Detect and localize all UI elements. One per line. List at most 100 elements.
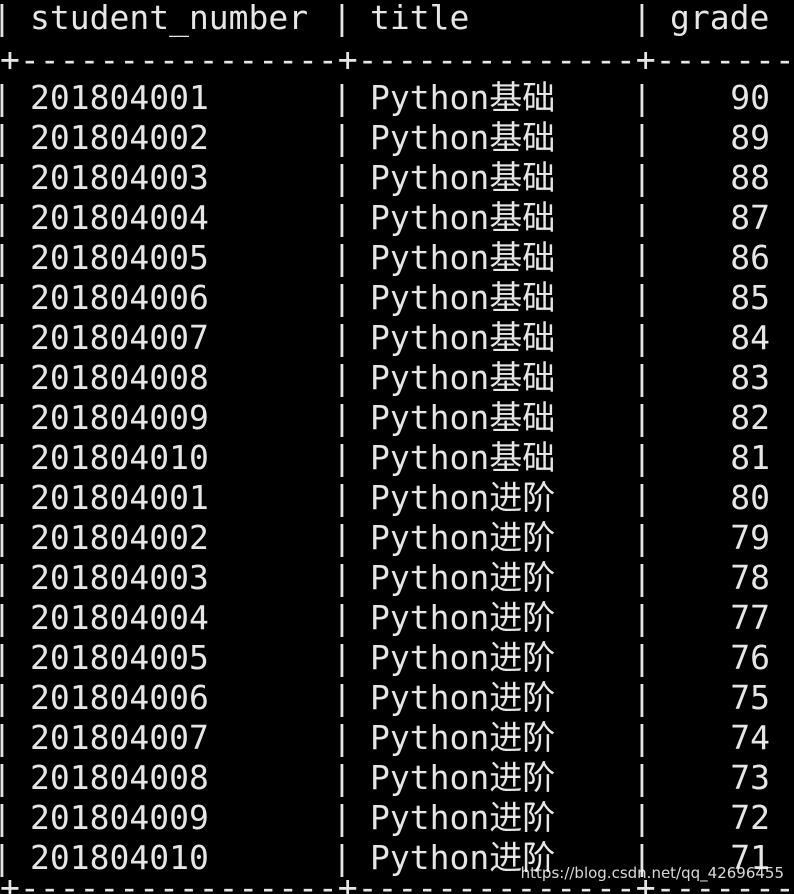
row-border-left: | <box>0 478 12 517</box>
cell-title: Python基础 <box>370 158 556 197</box>
header-title: title <box>370 0 470 37</box>
cell-student-number: 201804008 <box>30 358 209 397</box>
row-border-mid: | <box>332 438 352 477</box>
cell-student-number: 201804001 <box>30 78 209 117</box>
cell-student-number: 201804002 <box>30 518 209 557</box>
row-border-right: | <box>632 398 652 437</box>
row-border-mid: | <box>332 678 352 717</box>
row-border-mid: | <box>332 598 352 637</box>
row-border-right: | <box>632 518 652 557</box>
row-border-right: | <box>632 678 652 717</box>
table-header: | student_number | title | grade <box>0 0 770 37</box>
cell-grade: 85 <box>730 278 770 317</box>
cell-grade: 79 <box>730 518 770 557</box>
row-border-right: | <box>632 278 652 317</box>
cell-title: Python基础 <box>370 278 556 317</box>
cell-title: Python基础 <box>370 118 556 157</box>
row-border-mid: | <box>332 78 352 117</box>
cell-grade: 80 <box>730 478 770 517</box>
cell-student-number: 201804005 <box>30 638 209 677</box>
row-border-left: | <box>0 158 12 197</box>
row-border-right: | <box>632 78 652 117</box>
row-border-mid: | <box>332 398 352 437</box>
cell-student-number: 201804003 <box>30 558 209 597</box>
cell-student-number: 201804009 <box>30 798 209 837</box>
row-border-left: | <box>0 198 12 237</box>
row-border-left: | <box>0 518 12 557</box>
cell-student-number: 201804004 <box>30 198 209 237</box>
cell-title: Python进阶 <box>370 678 556 717</box>
cell-grade: 86 <box>730 238 770 277</box>
watermark: https://blog.csdn.net/qq_42696455 <box>520 864 784 882</box>
row-border-mid: | <box>332 198 352 237</box>
row-border-mid: | <box>332 118 352 157</box>
terminal-window: | student_number | title | grade +------… <box>0 0 794 894</box>
row-border-left: | <box>0 78 12 117</box>
cell-student-number: 201804010 <box>30 438 209 477</box>
row-border-mid: | <box>332 518 352 557</box>
cell-student-number: 201804006 <box>30 278 209 317</box>
row-border-right: | <box>632 798 652 837</box>
row-border-right: | <box>632 238 652 277</box>
cell-grade: 82 <box>730 398 770 437</box>
row-border-left: | <box>0 718 12 757</box>
header-separator: +----------------+--------------+-------… <box>0 40 794 79</box>
cell-title: Python进阶 <box>370 598 556 637</box>
row-border-left: | <box>0 358 12 397</box>
cell-student-number: 201804008 <box>30 758 209 797</box>
cell-student-number: 201804004 <box>30 598 209 637</box>
row-border-right: | <box>632 478 652 517</box>
row-border-mid: | <box>332 318 352 357</box>
cell-title: Python基础 <box>370 238 556 277</box>
cell-grade: 84 <box>730 318 770 357</box>
cell-student-number: 201804007 <box>30 718 209 757</box>
row-border-left: | <box>0 798 12 837</box>
row-border-left: | <box>0 758 12 797</box>
row-border-right: | <box>632 718 652 757</box>
cell-student-number: 201804003 <box>30 158 209 197</box>
row-border-left: | <box>0 278 12 317</box>
row-border-mid: | <box>332 758 352 797</box>
cell-title: Python基础 <box>370 318 556 357</box>
row-border-right: | <box>632 358 652 397</box>
cell-title: Python进阶 <box>370 758 556 797</box>
row-border-right: | <box>632 638 652 677</box>
cell-title: Python基础 <box>370 78 556 117</box>
header-grade: grade <box>670 0 770 37</box>
row-border-mid: | <box>332 798 352 837</box>
cell-grade: 89 <box>730 118 770 157</box>
cell-grade: 88 <box>730 158 770 197</box>
cell-grade: 76 <box>730 638 770 677</box>
row-border-right: | <box>632 758 652 797</box>
row-border-right: | <box>632 598 652 637</box>
row-border-left: | <box>0 238 12 277</box>
cell-grade: 73 <box>730 758 770 797</box>
cell-title: Python基础 <box>370 358 556 397</box>
cell-student-number: 201804002 <box>30 118 209 157</box>
row-border-left: | <box>0 118 12 157</box>
row-border-mid: | <box>332 718 352 757</box>
cell-grade: 83 <box>730 358 770 397</box>
row-border-left: | <box>0 638 12 677</box>
row-border-right: | <box>632 318 652 357</box>
row-border-left: | <box>0 678 12 717</box>
cell-grade: 77 <box>730 598 770 637</box>
cell-grade: 74 <box>730 718 770 757</box>
cell-title: Python进阶 <box>370 558 556 597</box>
cell-student-number: 201804007 <box>30 318 209 357</box>
row-border-right: | <box>632 558 652 597</box>
row-border-left: | <box>0 398 12 437</box>
row-border-left: | <box>0 438 12 477</box>
cell-student-number: 201804001 <box>30 478 209 517</box>
cell-title: Python进阶 <box>370 638 556 677</box>
cell-grade: 90 <box>730 78 770 117</box>
cell-title: Python进阶 <box>370 518 556 557</box>
cell-title: Python基础 <box>370 198 556 237</box>
row-border-mid: | <box>332 558 352 597</box>
row-border-right: | <box>632 438 652 477</box>
header-student-number: student_number <box>30 0 309 37</box>
row-border-mid: | <box>332 158 352 197</box>
cell-student-number: 201804009 <box>30 398 209 437</box>
row-border-left: | <box>0 598 12 637</box>
cell-grade: 78 <box>730 558 770 597</box>
